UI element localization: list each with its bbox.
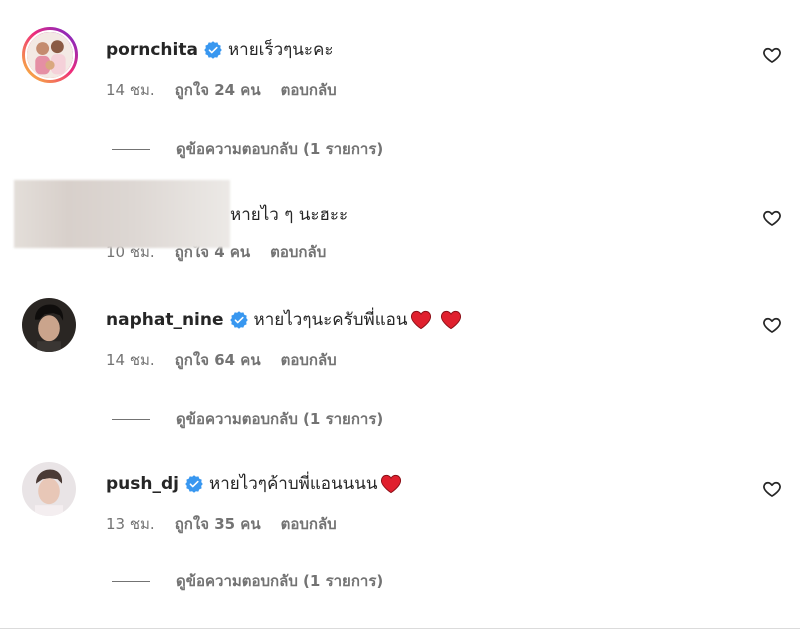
username-link[interactable]: pornchita (106, 40, 198, 60)
avatar[interactable] (22, 462, 76, 516)
verified-badge-icon (204, 40, 222, 59)
comment-text: หายไวๆค้าบพี่แอนนนน (209, 474, 378, 494)
avatar-photo (22, 462, 76, 516)
likes-count[interactable]: ถูกใจ 24 คน (175, 78, 261, 102)
view-replies-label: ดูข้อความตอบกลับ (1 รายการ) (176, 140, 384, 158)
avatar-photo (27, 32, 73, 78)
like-heart-icon[interactable] (762, 208, 782, 228)
reply-button[interactable]: ตอบกลับ (281, 78, 337, 102)
reply-button[interactable]: ตอบกลับ (281, 512, 337, 536)
like-heart-icon[interactable] (762, 315, 782, 335)
view-replies-button[interactable]: ดูข้อความตอบกลับ (1 รายการ) (112, 407, 383, 431)
verified-badge-icon (185, 474, 203, 493)
blurred-avatar-and-username (14, 180, 230, 248)
comment-text: หายไวๆนะครับพี่แอน (253, 310, 408, 330)
comment-time[interactable]: 14 ชม. (106, 348, 155, 372)
likes-count[interactable]: ถูกใจ 64 คน (175, 348, 261, 372)
replies-divider (112, 418, 150, 420)
verified-badge-icon (229, 310, 248, 329)
view-replies-label: ดูข้อความตอบกลับ (1 รายการ) (176, 410, 384, 428)
replies-divider (112, 148, 150, 150)
comment-time[interactable]: 14 ชม. (106, 78, 155, 102)
avatar-photo (22, 298, 76, 352)
like-heart-icon[interactable] (762, 45, 782, 65)
red-heart-emoji (410, 310, 432, 330)
view-replies-label: ดูข้อความตอบกลับ (1 รายการ) (176, 572, 384, 590)
avatar[interactable] (22, 27, 78, 83)
comment-header: naphat_nine หายไวๆนะครับพี่แอน (106, 306, 462, 333)
replies-divider (112, 580, 150, 582)
comment-meta: 14 ชม. ถูกใจ 64 คน ตอบกลับ (106, 348, 337, 372)
reply-button[interactable]: ตอบกลับ (281, 348, 337, 372)
username-link[interactable]: push_dj (106, 474, 179, 494)
like-heart-icon[interactable] (762, 479, 782, 499)
comment-time[interactable]: 13 ชม. (106, 512, 155, 536)
comment-meta: 14 ชม. ถูกใจ 24 คน ตอบกลับ (106, 78, 337, 102)
comment-meta: 13 ชม. ถูกใจ 35 คน ตอบกลับ (106, 512, 337, 536)
comment-text: หายเร็วๆนะคะ (227, 40, 334, 60)
comment-text: หายไว ๆ นะฮะะ (230, 205, 349, 225)
likes-count[interactable]: ถูกใจ 35 คน (175, 512, 261, 536)
reply-button[interactable]: ตอบกลับ (270, 240, 326, 264)
section-divider (0, 628, 800, 629)
red-heart-emoji (440, 310, 462, 330)
avatar[interactable] (22, 298, 76, 352)
comment-header: หายไว ๆ นะฮะะ (230, 201, 348, 228)
view-replies-button[interactable]: ดูข้อความตอบกลับ (1 รายการ) (112, 569, 383, 593)
red-heart-emoji (380, 474, 402, 494)
comment-header: push_dj หายไวๆค้าบพี่แอนนนน (106, 470, 402, 497)
comment-header: pornchita หายเร็วๆนะคะ (106, 36, 334, 63)
username-link[interactable]: naphat_nine (106, 310, 224, 330)
view-replies-button[interactable]: ดูข้อความตอบกลับ (1 รายการ) (112, 137, 383, 161)
